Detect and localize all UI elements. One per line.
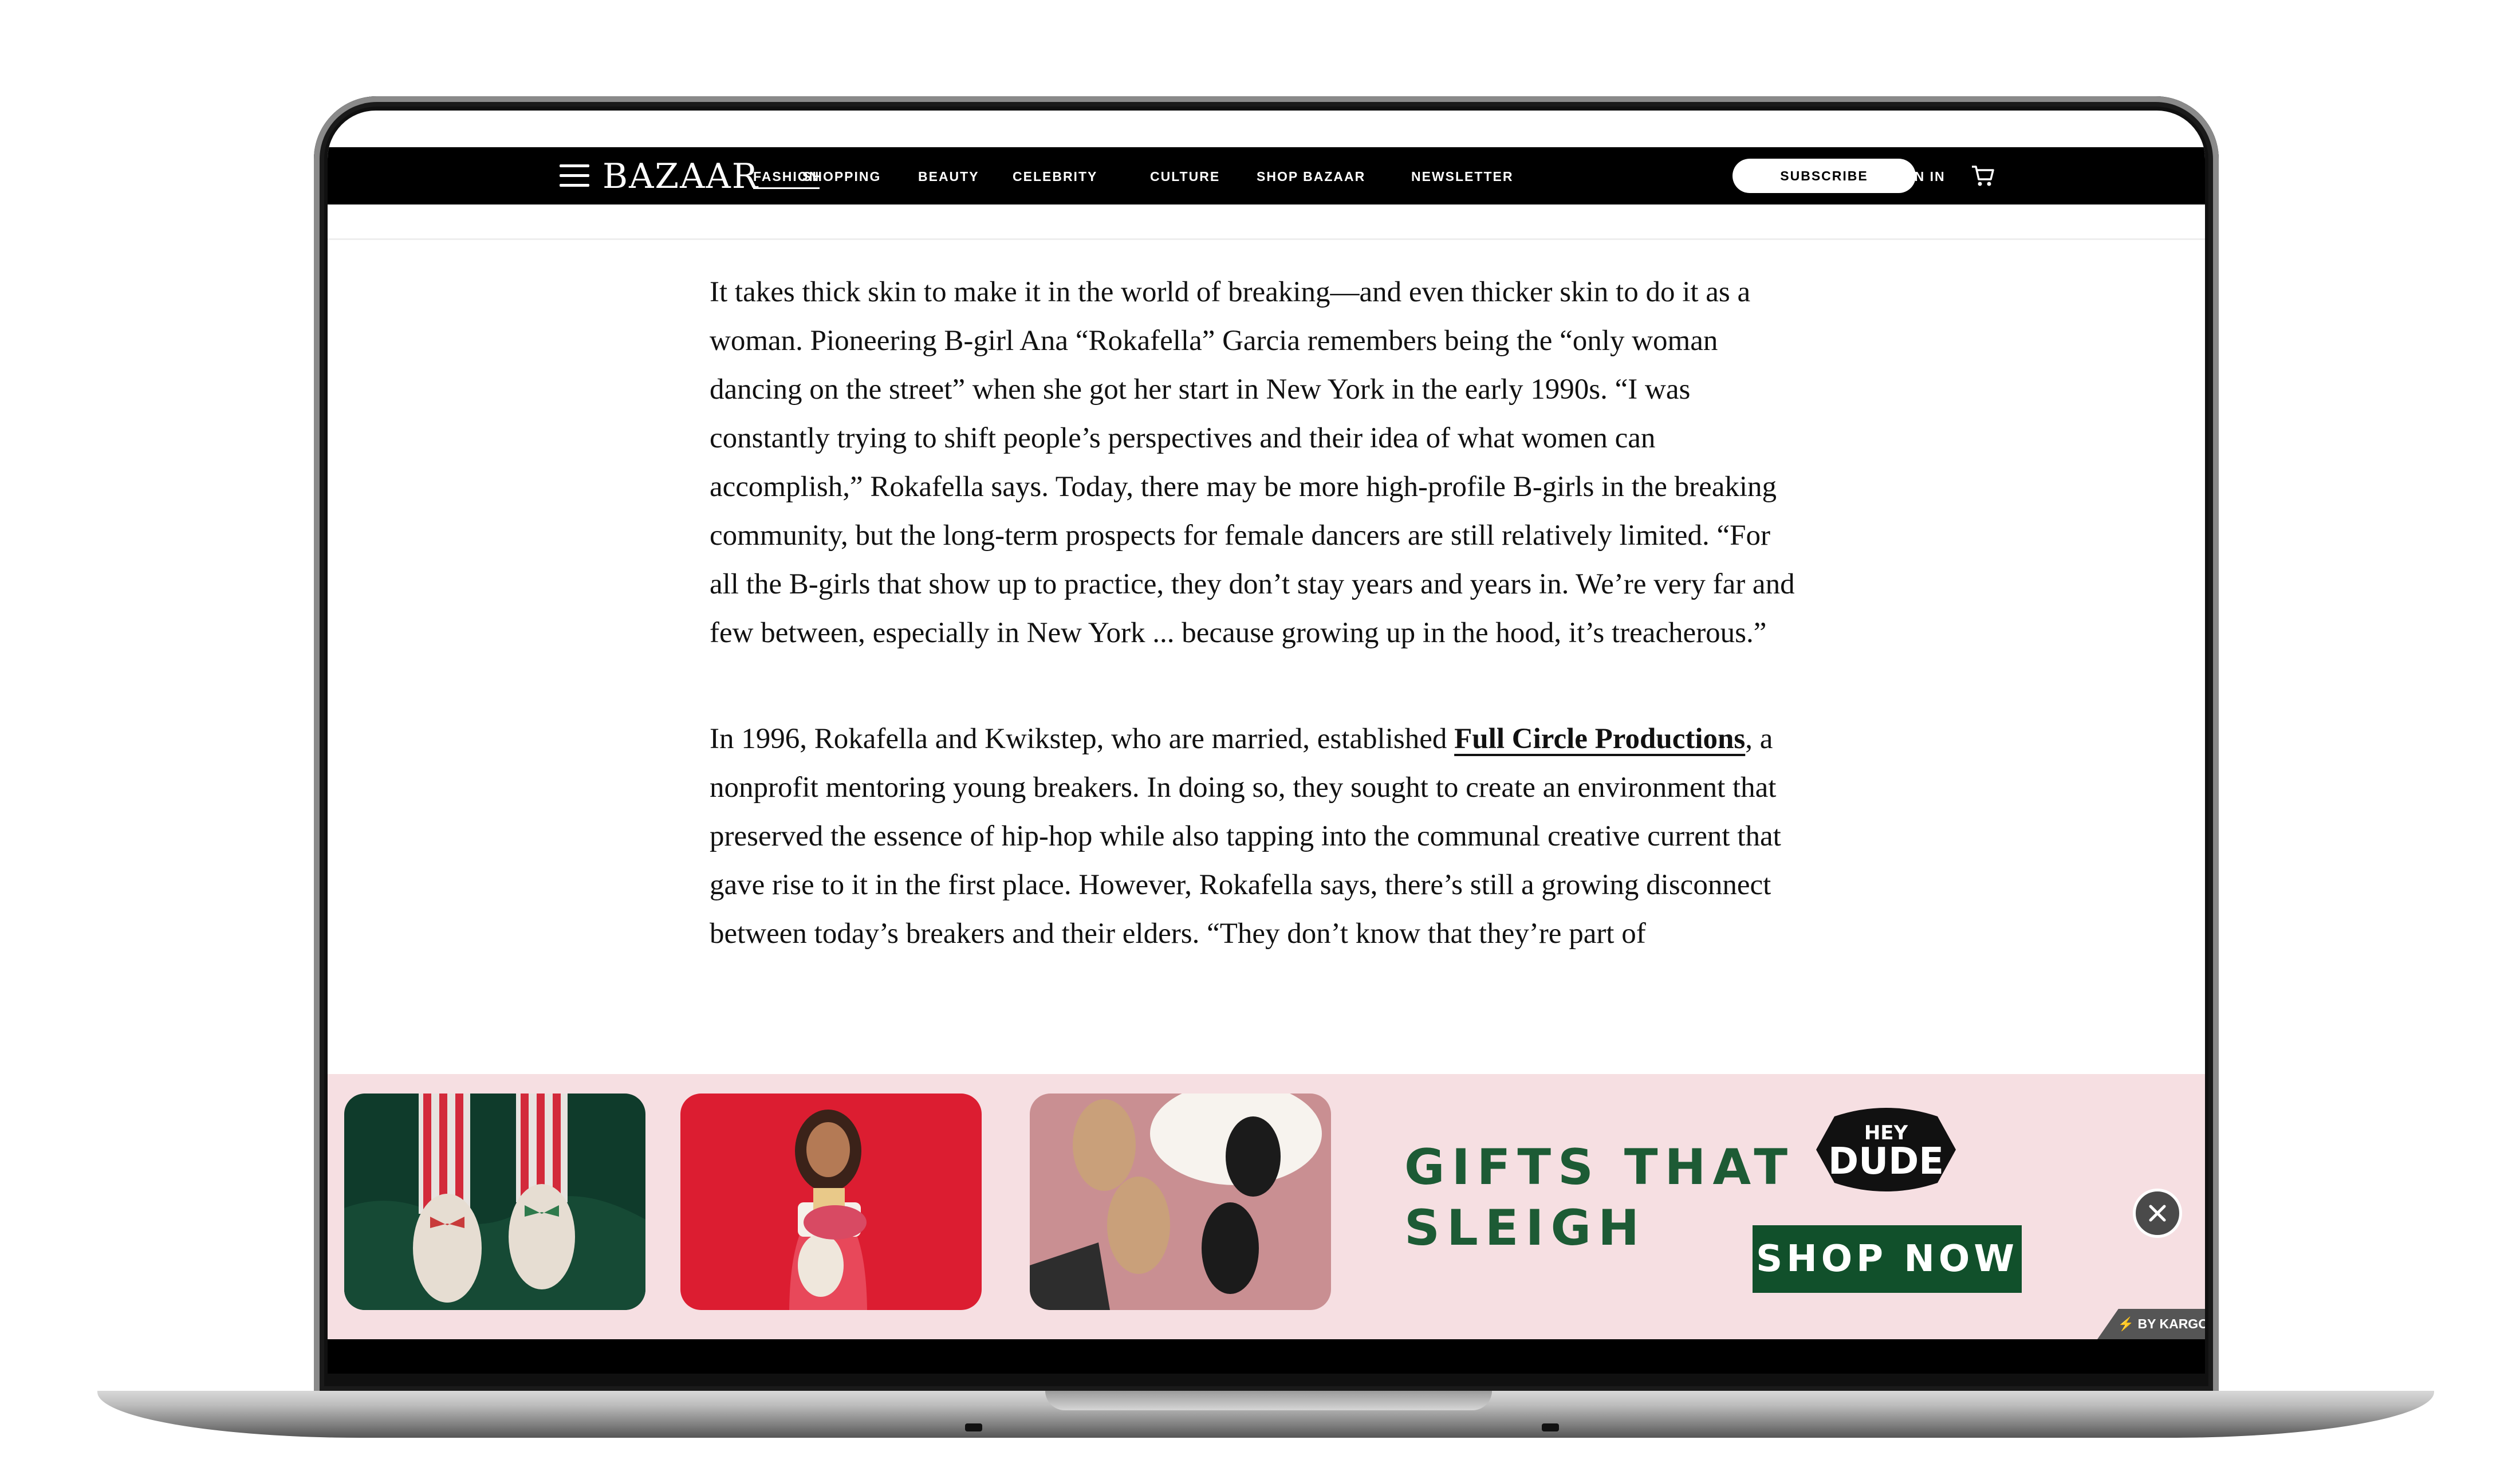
screen-bezel-bottom xyxy=(328,1339,2205,1374)
nav-link-celebrity[interactable]: CELEBRITY xyxy=(1013,169,1097,184)
close-ad-button[interactable] xyxy=(2133,1189,2182,1238)
kargo-label: BY KARGO xyxy=(2137,1316,2205,1331)
nav-link-beauty[interactable]: BEAUTY xyxy=(918,169,979,184)
full-circle-productions-link[interactable]: Full Circle Productions xyxy=(1454,723,1745,755)
top-nav: BAZAAR FASHION SHOPPING BEAUTY CELEBRITY… xyxy=(328,147,2205,204)
nav-link-culture[interactable]: CULTURE xyxy=(1150,169,1220,184)
article-paragraph: In 1996, Rokafella and Kwikstep, who are… xyxy=(710,715,1798,958)
ad-headline-line: SLEIGH xyxy=(1404,1199,1647,1257)
cart-icon[interactable] xyxy=(1970,163,1995,188)
nav-link-newsletter[interactable]: NEWSLETTER xyxy=(1411,169,1513,184)
bazaar-logo[interactable]: BAZAAR xyxy=(603,156,759,196)
laptop-notch xyxy=(1045,1391,1492,1410)
paragraph-text: , a nonprofit mentoring young breakers. … xyxy=(710,723,1781,950)
shop-now-button[interactable]: SHOP NOW xyxy=(1753,1225,2022,1293)
nav-link-shopping[interactable]: SHOPPING xyxy=(802,169,881,184)
laptop-foot xyxy=(1542,1423,1559,1431)
hey-dude-ad-banner[interactable]: GIFTS THAT SLEIGH HEY DUDE SHOP NOW ⚡ BY… xyxy=(328,1074,2205,1339)
kargo-badge[interactable]: ⚡ BY KARGO xyxy=(2097,1309,2205,1339)
nav-divider xyxy=(328,238,2205,240)
bolt-icon: ⚡ xyxy=(2117,1316,2135,1331)
hey-dude-logo[interactable]: HEY DUDE xyxy=(1812,1104,1960,1195)
menu-icon[interactable] xyxy=(560,164,589,187)
ad-headline-line: GIFTS THAT xyxy=(1404,1139,1795,1196)
screen: BAZAAR FASHION SHOPPING BEAUTY CELEBRITY… xyxy=(328,111,2205,1374)
logo-text-dude: DUDE xyxy=(1828,1140,1944,1183)
paragraph-text: In 1996, Rokafella and Kwikstep, who are… xyxy=(710,723,1455,755)
ad-headline[interactable]: GIFTS THAT SLEIGH xyxy=(1404,1137,1794,1258)
ad-photo-slipper-pair[interactable] xyxy=(1030,1094,1331,1310)
laptop-foot xyxy=(965,1423,982,1431)
sign-in-link[interactable]: SIGN IN xyxy=(1888,169,1946,184)
ad-photo-slippers-rug[interactable] xyxy=(344,1094,645,1310)
ad-photo-gift-model[interactable] xyxy=(680,1094,982,1310)
nav-link-shop-bazaar[interactable]: SHOP BAZAAR xyxy=(1257,169,1365,184)
article-paragraph: It takes thick skin to make it in the wo… xyxy=(710,276,1795,649)
article-body: It takes thick skin to make it in the wo… xyxy=(710,268,1798,1016)
close-icon xyxy=(2149,1205,2166,1222)
